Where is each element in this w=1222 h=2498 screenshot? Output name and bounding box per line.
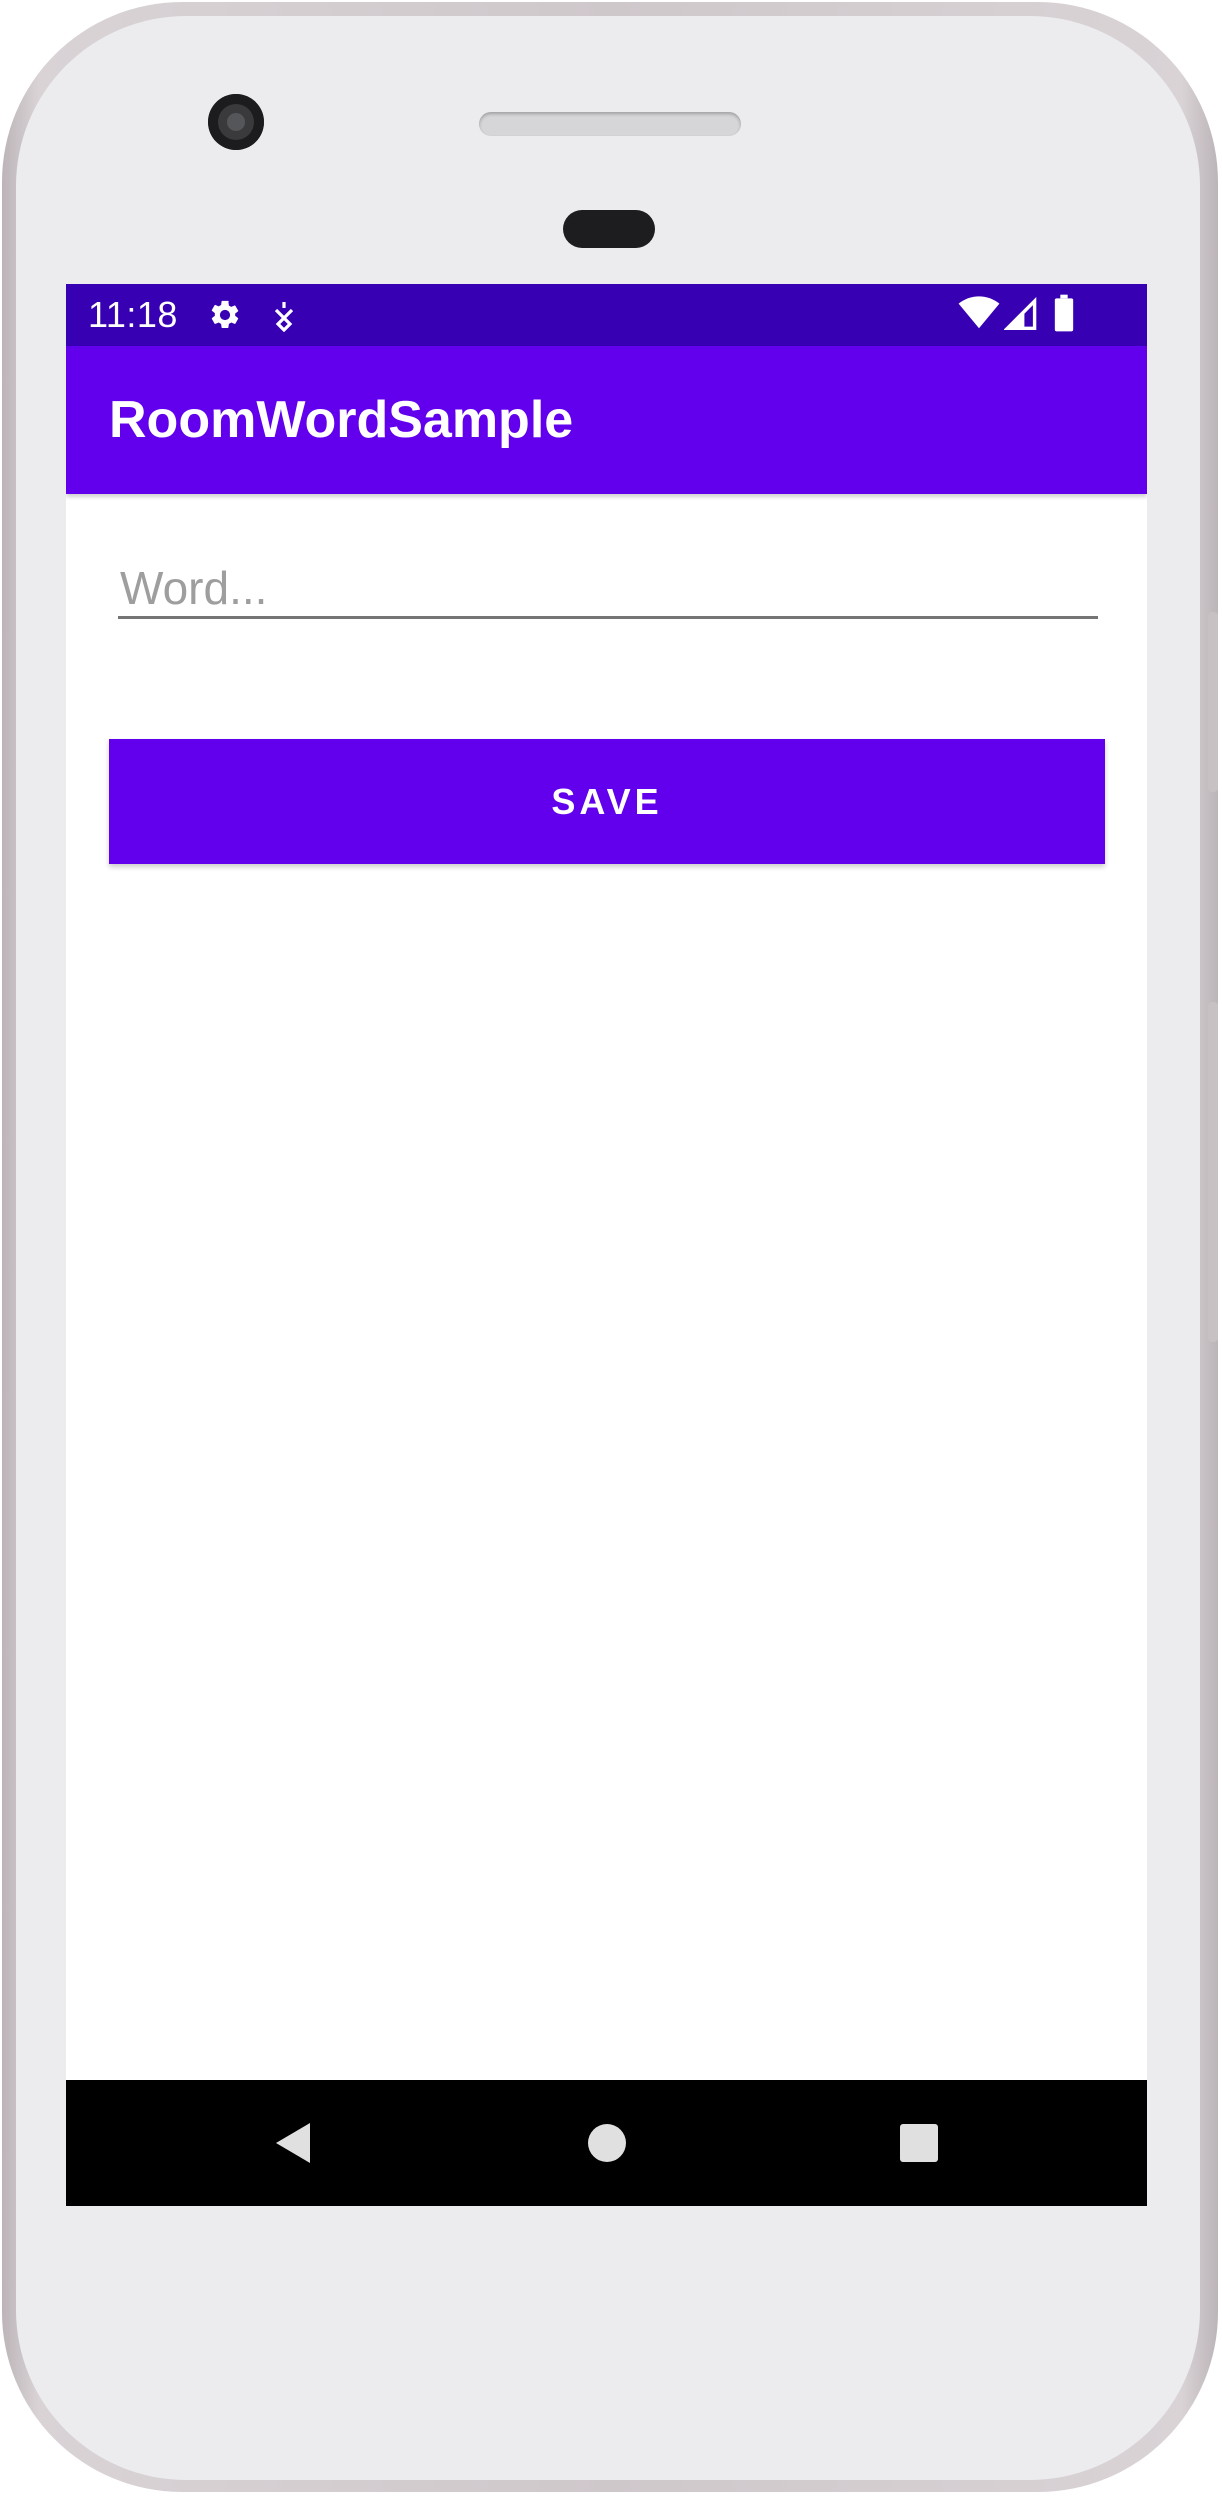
back-icon[interactable] bbox=[272, 2120, 316, 2170]
wifi-icon bbox=[958, 296, 1000, 334]
word-input[interactable] bbox=[118, 560, 1098, 619]
navigation-bar bbox=[66, 2080, 1147, 2206]
device-screen: 11:18 RoomWordSample Word... SAVE bbox=[66, 284, 1147, 2206]
volume-button bbox=[1208, 1002, 1218, 1342]
proximity-sensor bbox=[563, 210, 655, 248]
phone-frame: 11:18 RoomWordSample Word... SAVE bbox=[2, 2, 1218, 2492]
gear-icon bbox=[208, 298, 242, 336]
signal-icon bbox=[1003, 296, 1038, 334]
app-title: RoomWordSample bbox=[109, 391, 574, 449]
home-icon[interactable] bbox=[587, 2120, 627, 2170]
recents-icon[interactable] bbox=[899, 2120, 939, 2170]
app-bar: RoomWordSample bbox=[66, 346, 1147, 494]
power-button bbox=[1208, 612, 1218, 792]
front-camera bbox=[208, 94, 264, 150]
status-time: 11:18 bbox=[88, 294, 178, 335]
earpiece-speaker bbox=[479, 112, 741, 136]
notification-icon bbox=[272, 300, 296, 336]
status-bar: 11:18 bbox=[66, 284, 1147, 346]
save-button[interactable]: SAVE bbox=[109, 739, 1105, 864]
battery-icon bbox=[1053, 294, 1075, 336]
